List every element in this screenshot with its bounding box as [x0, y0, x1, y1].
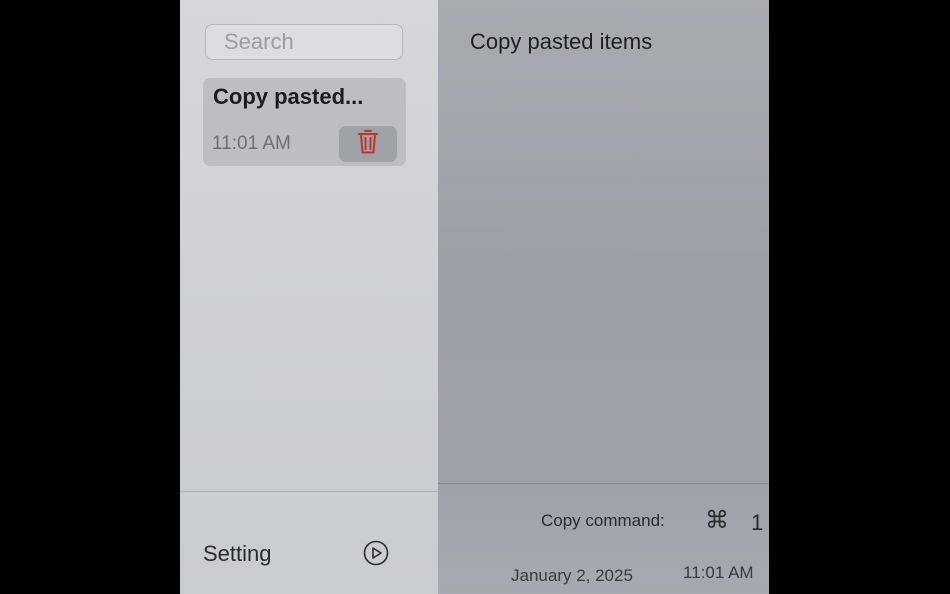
note-date: January 2, 2025: [511, 566, 633, 585]
sidebar-divider: [180, 491, 438, 492]
note-detail-title: Copy pasted items: [470, 29, 653, 54]
note-detail-time: 11:01 AM: [683, 563, 754, 582]
play-circle-icon: [363, 540, 389, 571]
note-list-item[interactable]: Copy pasted... 11:01 AM: [203, 78, 406, 166]
setting-button[interactable]: [362, 540, 390, 571]
command-key-number: 1: [751, 510, 764, 535]
detail-pane: Copy pasted items Copy command: ⌘ 1 Janu…: [438, 0, 769, 594]
note-title: Copy pasted...: [213, 84, 364, 109]
search-input[interactable]: Search: [205, 24, 403, 60]
command-key-icon: ⌘: [705, 507, 729, 534]
detail-divider: [438, 483, 769, 484]
copy-command-label: Copy command:: [541, 511, 665, 530]
note-time: 11:01 AM: [212, 133, 291, 154]
app-window: Search Copy pasted... 11:01 AM Setting C…: [180, 0, 769, 594]
trash-icon: [357, 129, 379, 160]
setting-label: Setting: [203, 541, 272, 566]
delete-note-button[interactable]: [339, 126, 397, 162]
sidebar: Search Copy pasted... 11:01 AM Setting: [180, 0, 438, 594]
